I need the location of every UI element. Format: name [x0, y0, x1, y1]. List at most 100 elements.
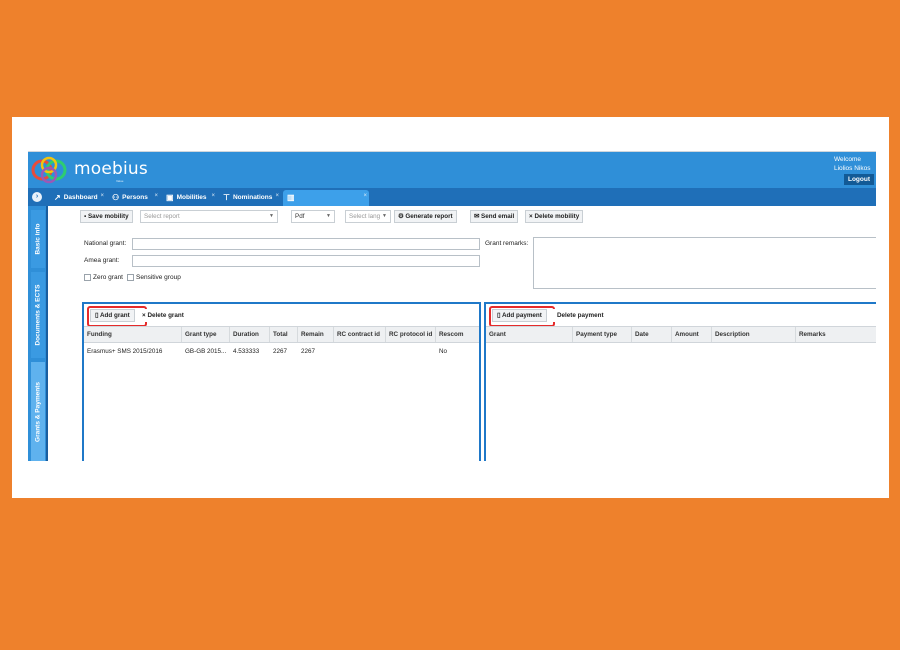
- tab-label: Mobilities: [176, 194, 207, 201]
- save-mobility-button[interactable]: ▪ Save mobility: [80, 210, 133, 223]
- national-grant-field[interactable]: [132, 238, 480, 250]
- send-email-button[interactable]: ✉ Send email: [470, 210, 519, 223]
- sidebar-toggle-icon[interactable]: ›: [32, 192, 42, 202]
- tab-current-mobility[interactable]: ▥ ×: [283, 190, 369, 206]
- grants-table-header: Funding Grant type Duration Total Remain…: [84, 326, 479, 343]
- amea-grant-label: Amea grant:: [84, 257, 120, 264]
- column-header[interactable]: Grant: [486, 327, 573, 342]
- table-cell: 4.533333: [233, 348, 260, 355]
- column-header[interactable]: RC contract id: [334, 327, 386, 342]
- chart-line-icon: ↗: [54, 193, 61, 202]
- app-window: moebius Value Welcome Liolios Nikos Logo…: [28, 151, 876, 461]
- button-label: Delete payment: [557, 312, 604, 319]
- toolbar: ▪ Save mobility Select report ▼ Pdf ▼ Se…: [50, 209, 874, 225]
- close-icon[interactable]: ×: [100, 189, 104, 203]
- delete-mobility-button[interactable]: × Delete mobility: [525, 210, 584, 223]
- grant-remarks-label: Grant remarks:: [485, 240, 529, 247]
- sensitive-group-checkbox[interactable]: [127, 274, 134, 281]
- format-dropdown[interactable]: Pdf ▼: [291, 210, 335, 223]
- users-icon: ⚇: [112, 193, 120, 202]
- sidebar-item-label: Documents & ECTS: [34, 284, 42, 346]
- table-cell: No: [439, 348, 448, 355]
- column-header[interactable]: Funding: [84, 327, 182, 342]
- sidebar-item-label: Basic info: [34, 223, 42, 255]
- close-icon[interactable]: ×: [275, 189, 279, 203]
- tab-label: Nominations: [232, 194, 273, 201]
- tab-label: Dashboard: [63, 194, 98, 201]
- grant-remarks-textarea[interactable]: [533, 237, 876, 289]
- zero-grant-label: Zero grant: [93, 274, 123, 281]
- generate-report-button[interactable]: ⚙ Generate report: [394, 210, 457, 223]
- suitcase-icon: ▥: [287, 193, 295, 202]
- zero-grant-checkbox[interactable]: [84, 274, 91, 281]
- column-header[interactable]: Grant type: [182, 327, 230, 342]
- sidebar-divider: [46, 206, 48, 461]
- delete-grant-button[interactable]: × Delete grant: [137, 309, 189, 322]
- app-header: moebius Value Welcome Liolios Nikos Logo…: [28, 152, 876, 188]
- screenshot-frame: moebius Value Welcome Liolios Nikos Logo…: [12, 117, 889, 498]
- close-icon[interactable]: ×: [211, 189, 215, 203]
- column-header[interactable]: Duration: [230, 327, 270, 342]
- column-header[interactable]: Remain: [298, 327, 334, 342]
- sidebar-item-label: Grants & Payments: [34, 382, 42, 442]
- column-header[interactable]: Remarks: [796, 327, 876, 342]
- button-label: Send email: [481, 213, 515, 220]
- user-name: Liolios Nikos: [834, 165, 871, 172]
- tab-bar: › ↗ Dashboard × ⚇ Persons × ▣ Mobilities…: [28, 188, 876, 206]
- email-icon: ✉: [474, 213, 482, 220]
- sidebar-item-grants-payments[interactable]: Grants & Payments: [31, 362, 45, 461]
- chevron-down-icon: ▼: [326, 213, 331, 219]
- payments-panel: ▯ Add payment Delete payment Grant Payme…: [484, 302, 876, 461]
- column-header[interactable]: Payment type: [573, 327, 632, 342]
- sidebar-item-documents-ects[interactable]: Documents & ECTS: [31, 272, 45, 358]
- table-cell: [334, 345, 386, 359]
- select-value: Pdf: [295, 213, 305, 220]
- select-placeholder: Select report: [144, 213, 180, 220]
- column-header[interactable]: Description: [712, 327, 796, 342]
- button-label: Delete grant: [147, 312, 184, 319]
- pin-icon: ⊤: [223, 193, 230, 202]
- amea-grant-field[interactable]: [132, 255, 480, 267]
- close-icon[interactable]: ×: [363, 189, 367, 203]
- welcome-line: Welcome: [834, 156, 861, 163]
- column-header[interactable]: Total: [270, 327, 298, 342]
- delete-payment-button[interactable]: Delete payment: [552, 309, 609, 322]
- table-cell: 2267: [273, 348, 288, 355]
- sensitive-group-label: Sensitive group: [136, 274, 181, 281]
- moebius-logo-icon: [31, 156, 67, 184]
- tab-dashboard[interactable]: ↗ Dashboard ×: [50, 190, 106, 206]
- tab-nominations[interactable]: ⊤ Nominations ×: [219, 190, 281, 206]
- table-cell: 2267: [301, 348, 316, 355]
- tab-persons[interactable]: ⚇ Persons ×: [108, 190, 160, 206]
- button-label: Generate report: [405, 213, 453, 220]
- tab-mobilities[interactable]: ▣ Mobilities ×: [162, 190, 217, 206]
- grants-panel: ▯ Add grant × Delete grant Funding Grant…: [82, 302, 481, 461]
- button-label: Delete mobility: [534, 213, 580, 220]
- sidebar-item-basic-info[interactable]: Basic info: [31, 210, 45, 268]
- close-icon[interactable]: ×: [154, 189, 158, 203]
- app-name-sub: Value: [116, 179, 124, 183]
- vertical-sidebar: Basic info Documents & ECTS Grants & Pay…: [28, 206, 46, 461]
- select-placeholder: Select lang: [349, 213, 381, 220]
- welcome-text: Welcome Liolios Nikos: [834, 155, 874, 173]
- column-header[interactable]: Amount: [672, 327, 712, 342]
- table-row[interactable]: Erasmus+ SMS 2015/2016 GB-GB 2015... 4.5…: [84, 345, 479, 359]
- highlight-box: [489, 306, 555, 327]
- column-header[interactable]: Date: [632, 327, 672, 342]
- select-language-dropdown[interactable]: Select lang ▼: [345, 210, 391, 223]
- chevron-down-icon: ▼: [382, 213, 387, 219]
- payments-table-header: Grant Payment type Date Amount Descripti…: [486, 326, 876, 343]
- logout-button[interactable]: Logout: [843, 174, 874, 185]
- chevron-down-icon: ▼: [269, 213, 274, 219]
- tab-label: Persons: [122, 194, 148, 201]
- table-cell: GB-GB 2015...: [185, 348, 227, 355]
- briefcase-icon: ▣: [166, 193, 174, 202]
- app-name: moebius: [74, 159, 148, 179]
- button-label: Save mobility: [87, 213, 129, 220]
- column-header[interactable]: RC protocol id: [386, 327, 436, 342]
- table-cell: [386, 345, 436, 359]
- table-cell: Erasmus+ SMS 2015/2016: [87, 348, 163, 355]
- select-report-dropdown[interactable]: Select report ▼: [140, 210, 278, 223]
- national-grant-label: National grant:: [84, 240, 127, 247]
- column-header[interactable]: Rescom: [436, 327, 479, 342]
